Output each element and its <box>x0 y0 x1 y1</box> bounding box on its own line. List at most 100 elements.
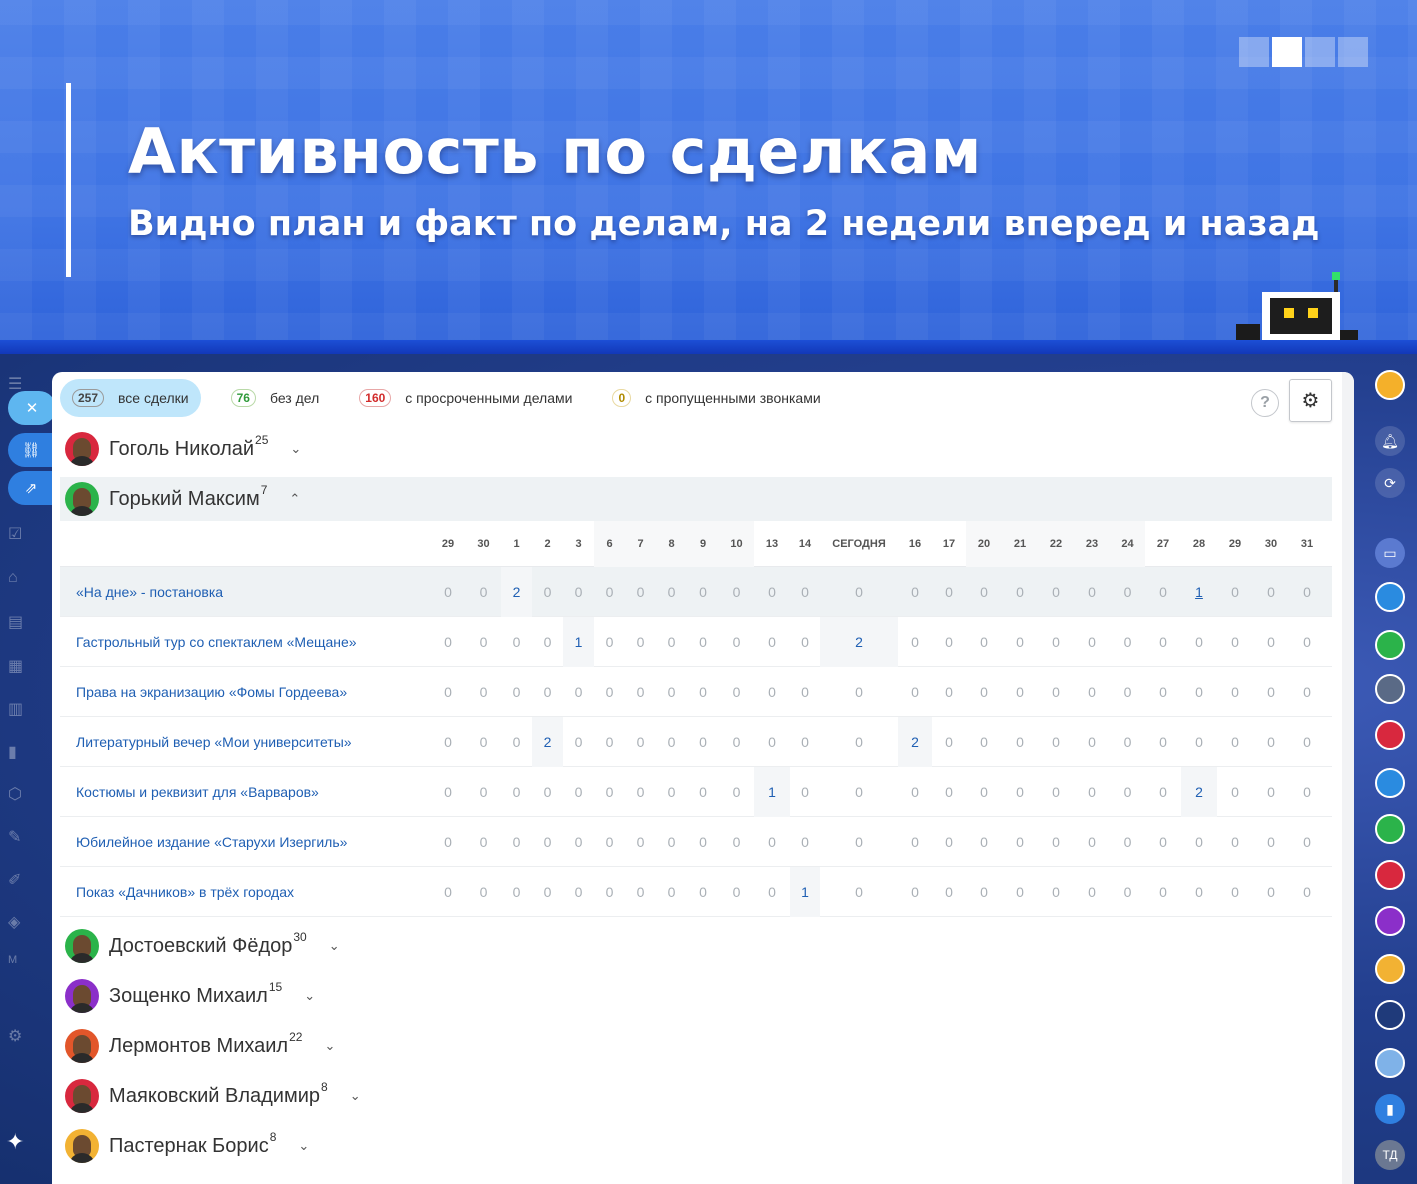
chevron-down-icon[interactable]: ⌄ <box>298 1138 309 1154</box>
contact-avatar[interactable] <box>1375 906 1405 936</box>
contact-avatar[interactable] <box>1375 630 1405 660</box>
deal-link[interactable]: Права на экранизацию «Фомы Гордеева» <box>76 667 347 717</box>
sync-icon[interactable]: ⟳ <box>1375 468 1405 498</box>
contact-avatar[interactable] <box>1375 720 1405 750</box>
contact-avatar[interactable] <box>1375 814 1405 844</box>
filter-2[interactable]: 160 с просроченными делами <box>349 379 582 417</box>
slide-dot-active[interactable] <box>1272 37 1302 67</box>
day-header: 10 <box>730 538 743 550</box>
chevron-up-icon[interactable]: ⌃ <box>289 491 300 507</box>
contact-avatar[interactable] <box>1375 582 1405 612</box>
slide-dot[interactable] <box>1305 37 1335 67</box>
notifications-icon[interactable]: 🔔︎ <box>1375 426 1405 456</box>
person-group[interactable]: Гоголь Николай 25 ⌄ <box>60 427 1332 471</box>
activity-cell: 0 <box>699 884 707 900</box>
person-group[interactable]: Пастернак Борис 8 ⌄ <box>60 1124 1332 1168</box>
table-header: 29 30 1 2 3 6 7 8 9 10 13 14 СЕГОДНЯ 16 17 20 21 22 23 24 27… <box>60 521 1332 567</box>
activity-cell: 0 <box>732 634 741 650</box>
activity-cell: 0 <box>1088 884 1096 900</box>
robot-icon[interactable]: ◈ <box>8 912 30 934</box>
filter-0[interactable]: 257 все сделки <box>60 379 201 417</box>
deal-link[interactable]: Юбилейное издание «Старухи Изергиль» <box>76 817 347 867</box>
chevron-down-icon[interactable]: ⌄ <box>290 441 301 457</box>
filter-label: все сделки <box>118 390 189 406</box>
pen-icon[interactable]: ✐ <box>8 870 30 892</box>
activity-cell: 0 <box>1267 784 1275 800</box>
edit-doc-icon[interactable]: ✎ <box>8 827 30 849</box>
deal-link[interactable]: Литературный вечер «Мои университеты» <box>76 717 352 767</box>
activity-cell[interactable]: 1 <box>790 867 820 917</box>
filter-1[interactable]: 76 без дел <box>221 379 330 417</box>
bookmark-icon[interactable]: ▮ <box>1375 1094 1405 1124</box>
person-deal-count: 7 <box>260 483 268 497</box>
day-header: 27 <box>1156 538 1170 550</box>
activity-cell[interactable]: 1 <box>1181 567 1217 617</box>
scrollbar[interactable] <box>1342 372 1354 1184</box>
user-initials-avatar[interactable]: ТД <box>1375 1140 1405 1170</box>
activity-cell: 0 <box>911 684 919 700</box>
activity-cell: 0 <box>1088 734 1096 750</box>
person-group[interactable]: Лермонтов Михаил 22 ⌄ <box>60 1024 1332 1068</box>
person-group[interactable]: Зощенко Михаил 15 ⌄ <box>60 974 1332 1018</box>
deal-link[interactable]: Костюмы и реквизит для «Варваров» <box>76 767 319 817</box>
contact-avatar[interactable] <box>1375 954 1405 984</box>
contact-avatar[interactable] <box>1375 860 1405 890</box>
chevron-down-icon[interactable]: ⌄ <box>324 1038 335 1054</box>
activity-cell: 0 <box>801 834 809 850</box>
copy-link-button[interactable]: ⛓ <box>8 433 54 467</box>
day-header: 7 <box>637 538 644 550</box>
chevron-down-icon[interactable]: ⌄ <box>350 1088 361 1104</box>
activity-cell[interactable]: 2 <box>532 717 563 767</box>
slide-dot[interactable] <box>1239 37 1269 67</box>
activity-cell[interactable]: 1 <box>754 767 790 817</box>
activity-cell: 0 <box>945 634 953 650</box>
person-group[interactable]: Маяковский Владимир 8 ⌄ <box>60 1074 1332 1118</box>
activity-cell: 0 <box>1123 584 1132 600</box>
person-group[interactable]: Достоевский Фёдор 30 ⌄ <box>60 924 1332 968</box>
contact-avatar[interactable] <box>1375 1000 1405 1030</box>
open-new-window-button[interactable]: ⇗ <box>8 471 54 505</box>
mcp-icon[interactable]: M <box>8 954 30 976</box>
document-icon[interactable]: ▤ <box>8 612 30 634</box>
slide-dot[interactable] <box>1338 37 1368 67</box>
activity-cell[interactable]: 1 <box>563 617 594 667</box>
hexagon-icon[interactable]: ⬡ <box>8 784 30 806</box>
activity-cell[interactable]: 2 <box>501 567 532 617</box>
calendar-icon[interactable]: ▥ <box>8 699 30 721</box>
contact-avatar[interactable] <box>1375 674 1405 704</box>
activity-cell: 0 <box>667 834 676 850</box>
activity-cell: 0 <box>444 634 452 650</box>
activity-cell: 0 <box>980 834 988 850</box>
tasks-icon[interactable]: ☑ <box>8 524 30 546</box>
person-group[interactable]: Горький Максим 7 ⌃ <box>60 477 1332 521</box>
activity-cell: 0 <box>699 784 707 800</box>
chevron-down-icon[interactable]: ⌄ <box>329 938 340 954</box>
activity-cell[interactable]: 2 <box>820 617 898 667</box>
help-button[interactable]: ? <box>1251 389 1279 417</box>
board-icon[interactable]: ▦ <box>8 656 30 678</box>
activity-cell: 0 <box>732 684 741 700</box>
deal-link[interactable]: Гастрольный тур со спектаклем «Мещане» <box>76 617 357 667</box>
activity-cell[interactable]: 2 <box>898 717 932 767</box>
chevron-down-icon[interactable]: ⌄ <box>304 988 315 1004</box>
contact-avatar[interactable] <box>1375 1048 1405 1078</box>
activity-cell[interactable]: 2 <box>1181 767 1217 817</box>
store-icon[interactable]: ⌂ <box>8 569 30 591</box>
person-name: Достоевский Фёдор <box>109 934 293 957</box>
activity-cell: 0 <box>1052 784 1060 800</box>
ai-sparkle-icon[interactable]: ✦ <box>6 1129 34 1157</box>
filter-3[interactable]: 0 с пропущенными звонками <box>602 379 830 417</box>
contact-avatar[interactable] <box>1375 768 1405 798</box>
user-avatar[interactable] <box>1375 370 1405 400</box>
day-header: 30 <box>1264 538 1278 550</box>
deal-link[interactable]: Показ «Дачников» в трёх городах <box>76 867 294 917</box>
analytics-icon[interactable]: ▮ <box>8 742 30 764</box>
settings-icon[interactable]: ⚙ <box>8 1026 30 1048</box>
close-slider-button[interactable]: ✕ <box>8 391 56 425</box>
settings-button[interactable]: ⚙ <box>1289 379 1332 422</box>
deal-link[interactable]: «На дне» - постановка <box>76 567 223 617</box>
chat-icon[interactable]: ▭ <box>1375 538 1405 568</box>
filter-count-badge: 160 <box>359 389 392 407</box>
activity-cell: 0 <box>574 684 583 700</box>
activity-cell: 0 <box>911 584 919 600</box>
